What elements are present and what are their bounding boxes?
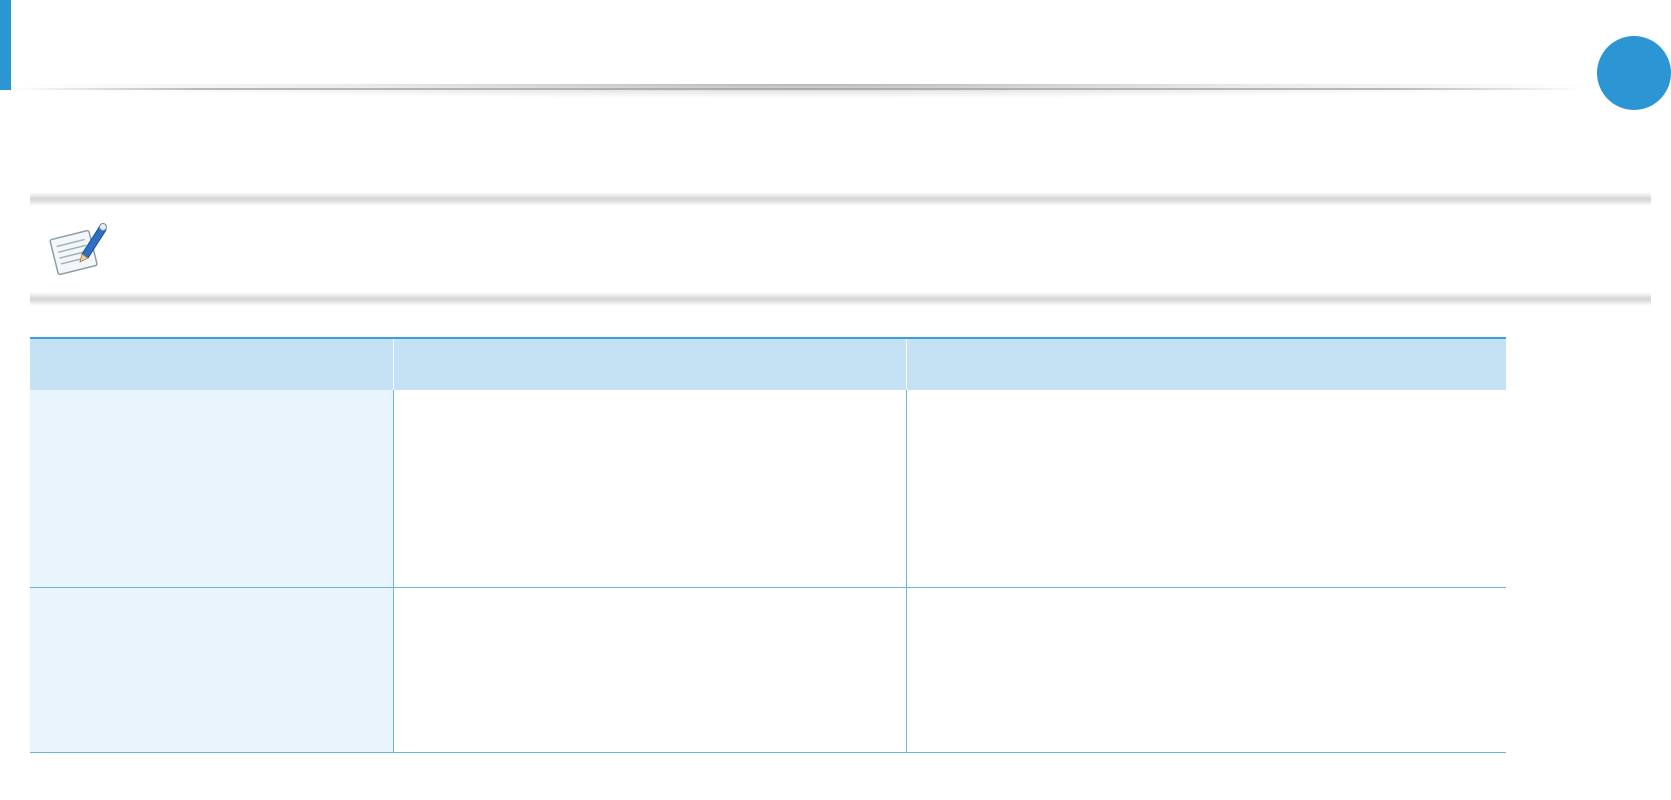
header-accent-bar: [0, 0, 11, 90]
table-header-cell: [905, 337, 1506, 390]
table-cell: [905, 390, 1506, 588]
table-cell: [392, 390, 906, 588]
note-top-bar: [30, 192, 1651, 206]
note-box: [30, 192, 1651, 306]
header-shadow: [12, 84, 1600, 98]
table-header-cell: [392, 337, 906, 390]
table-cell: [905, 587, 1506, 753]
table-row: [30, 390, 1506, 588]
table-header-row: [30, 337, 1506, 390]
table-row: [30, 587, 1506, 753]
header-divider: [12, 88, 1582, 90]
manual-page: [0, 0, 1671, 800]
note-pencil-icon: [48, 218, 110, 278]
note-bottom-bar: [30, 292, 1651, 306]
table-cell: [392, 587, 906, 753]
table-cell: [30, 587, 393, 753]
table-cell: [30, 390, 393, 588]
table-header-cell: [30, 337, 393, 390]
info-table: [30, 337, 1506, 753]
chapter-marker: [1597, 36, 1671, 110]
